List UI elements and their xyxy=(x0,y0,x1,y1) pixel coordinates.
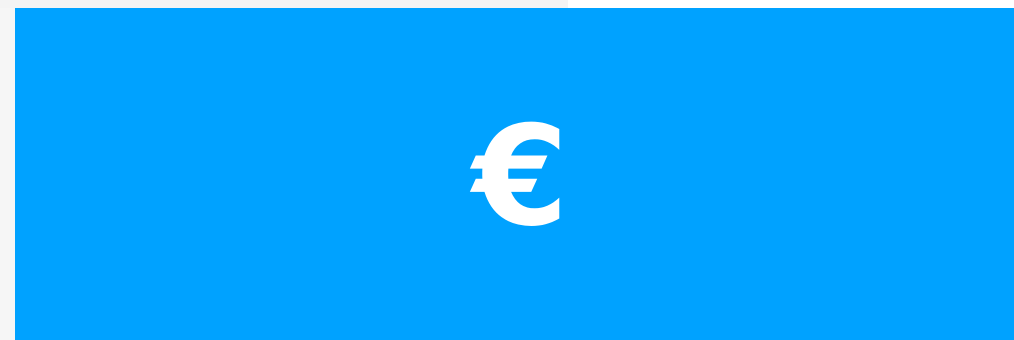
page: € xyxy=(0,0,1014,340)
euro-icon: € xyxy=(472,96,569,257)
top-strip xyxy=(0,0,1014,8)
currency-banner: € xyxy=(15,8,1014,340)
top-strip-shade xyxy=(0,0,568,8)
